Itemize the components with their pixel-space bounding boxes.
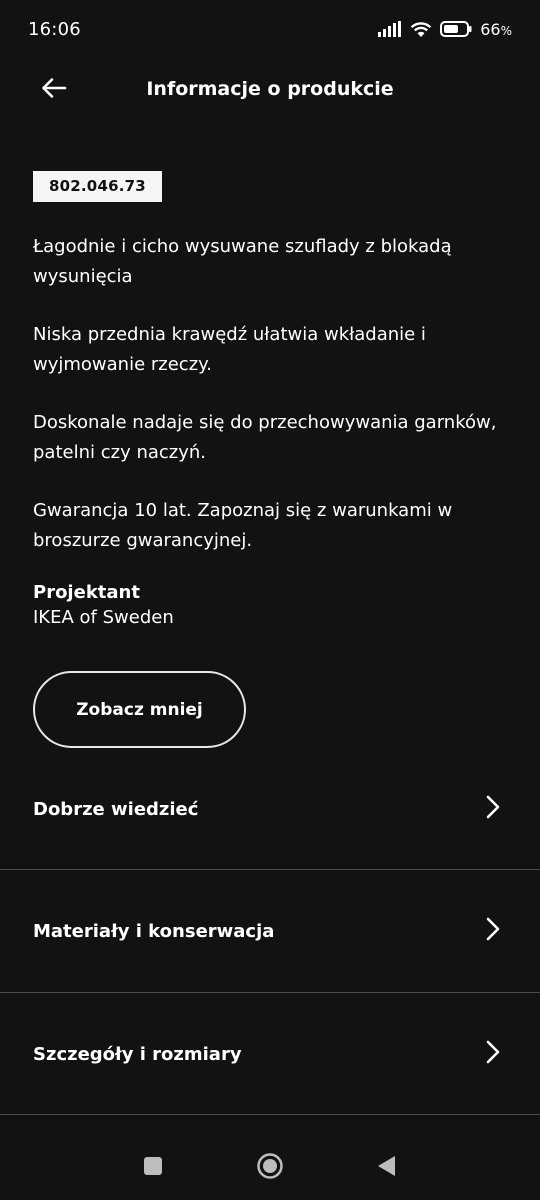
section-good-to-know[interactable]: Dobrze wiedzieć (0, 748, 540, 870)
chevron-right-icon (486, 917, 500, 945)
description-paragraph: Gwarancja 10 lat. Zapoznaj się z warunka… (33, 500, 453, 551)
show-less-button[interactable]: Zobacz mniej (33, 671, 246, 748)
section-label: Dobrze wiedzieć (33, 798, 199, 820)
description-paragraph: Łagodnie i cicho wysuwane szuflady z blo… (33, 236, 452, 287)
section-details-dimensions[interactable]: Szczegóły i rozmiary (0, 993, 540, 1115)
divider (0, 1114, 540, 1115)
product-info: 802.046.73 Łagodnie i cicho wysuwane szu… (33, 171, 507, 631)
triangle-back-icon[interactable] (376, 1154, 396, 1182)
product-description: Łagodnie i cicho wysuwane szuflady z blo… (33, 232, 507, 556)
status-bar: 16:06 66% (0, 0, 540, 58)
battery-unit: % (500, 23, 512, 38)
square-icon[interactable] (143, 1156, 163, 1180)
battery-percent: 66 (480, 19, 501, 39)
section-label: Materiały i konserwacja (33, 920, 275, 942)
designer-value: IKEA of Sweden (33, 607, 174, 628)
description-paragraph: Doskonale nadaje się do przechowywania g… (33, 412, 497, 463)
designer-label: Projektant (33, 582, 140, 603)
circle-home-icon[interactable] (256, 1152, 284, 1184)
status-time: 16:06 (28, 18, 81, 40)
section-label: Szczegóły i rozmiary (33, 1043, 242, 1065)
section-materials-care[interactable]: Materiały i konserwacja (0, 870, 540, 992)
wifi-icon (410, 21, 432, 38)
signal-icon (378, 21, 402, 37)
app-header: Informacje o produkcie (0, 58, 540, 122)
battery-level: 66% (480, 20, 512, 39)
article-number-badge: 802.046.73 (33, 171, 162, 202)
battery-icon (440, 21, 472, 37)
description-paragraph: Niska przednia krawędź ułatwia wkładanie… (33, 324, 426, 375)
status-icons: 66% (378, 20, 512, 39)
system-nav-bar (0, 1128, 540, 1200)
page-title: Informacje o produkcie (146, 78, 394, 100)
chevron-right-icon (486, 1040, 500, 1068)
screen: 16:06 66% Informacje o produkcie 802.046… (0, 0, 540, 1200)
chevron-right-icon (486, 795, 500, 823)
